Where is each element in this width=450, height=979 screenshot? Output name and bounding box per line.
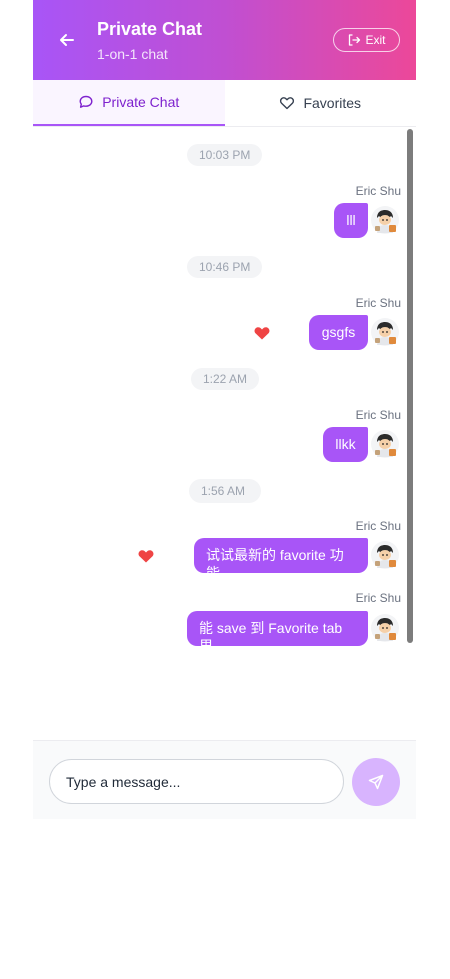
message-text: 试试最新的 favorite 功能 [206, 547, 344, 573]
exit-button[interactable]: Exit [333, 28, 400, 52]
message-bubble[interactable]: gsgfs [309, 315, 368, 350]
chat-app: Private Chat 1-on-1 chat Exit Private Ch… [33, 0, 416, 819]
scrollbar[interactable] [407, 129, 413, 643]
avatar [370, 317, 400, 347]
message-list[interactable]: 10:03 PM Eric Shu lll 10:46 PM Eric Shu … [33, 127, 416, 646]
message-bubble[interactable]: 试试最新的 favorite 功能 [194, 538, 368, 573]
logout-icon [349, 34, 361, 46]
tab-bar: Private Chat Favorites [33, 80, 416, 127]
chat-header: Private Chat 1-on-1 chat Exit [33, 0, 416, 80]
sender-name: Eric Shu [355, 184, 401, 198]
timestamp: 10:03 PM [187, 144, 263, 166]
tab-favorites[interactable]: Favorites [225, 80, 417, 126]
message-input[interactable] [49, 759, 344, 804]
message-text: 能 save 到 Favorite tab 里 [199, 620, 343, 646]
message-bubble[interactable]: llkk [323, 427, 368, 462]
chat-bubble-icon [79, 95, 93, 108]
message-bubble[interactable]: 能 save 到 Favorite tab 里 [187, 611, 368, 646]
exit-label: Exit [365, 33, 386, 47]
page-title: Private Chat [97, 19, 203, 39]
avatar [370, 429, 400, 459]
message-text: lll [346, 212, 356, 228]
timestamp: 1:56 AM [189, 479, 261, 503]
sender-name: Eric Shu [355, 296, 401, 310]
send-button[interactable] [352, 758, 400, 806]
sender-name: Eric Shu [355, 519, 401, 533]
back-button[interactable] [57, 30, 77, 50]
heart-filled-icon[interactable] [138, 549, 154, 563]
message-text: llkk [335, 436, 356, 452]
sender-name: Eric Shu [355, 591, 401, 605]
tab-private-chat[interactable]: Private Chat [33, 80, 225, 126]
timestamp: 1:22 AM [191, 368, 260, 390]
page-subtitle: 1-on-1 chat [97, 46, 168, 62]
heart-outline-icon [280, 97, 295, 110]
timestamp: 10:46 PM [187, 256, 263, 278]
arrow-left-icon [60, 34, 74, 46]
send-icon [368, 774, 384, 790]
tab-label: Favorites [303, 95, 362, 111]
heart-filled-icon[interactable] [254, 326, 270, 340]
sender-name: Eric Shu [355, 408, 401, 422]
message-text: gsgfs [321, 324, 356, 340]
avatar [370, 613, 400, 643]
composer-bar [33, 740, 416, 819]
avatar [370, 540, 400, 570]
tab-label: Private Chat [102, 94, 180, 110]
message-bubble[interactable]: lll [334, 203, 368, 238]
avatar [370, 205, 400, 235]
